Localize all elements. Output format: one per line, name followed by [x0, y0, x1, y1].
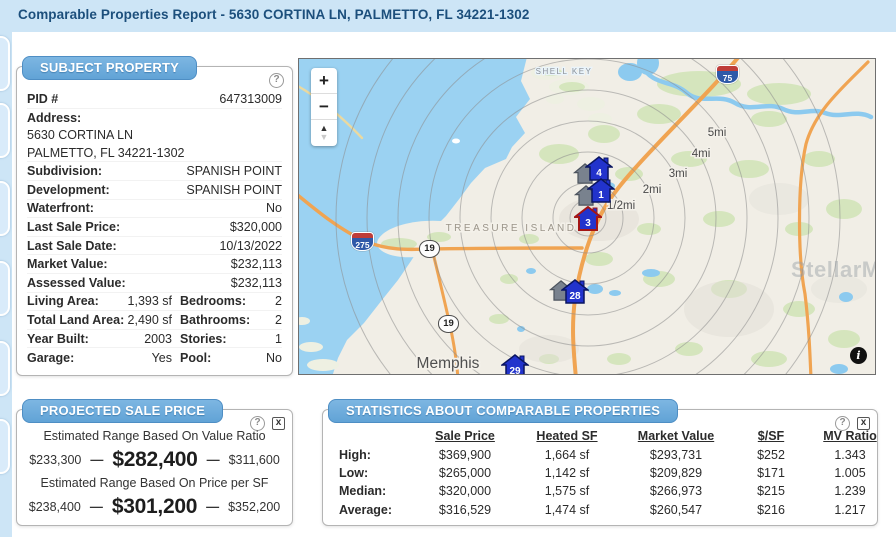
field-development: Development: SPANISH POINT [27, 181, 282, 200]
map-info-icon[interactable]: i [850, 347, 867, 364]
header-bar: Comparable Properties Report - 5630 CORT… [0, 0, 896, 32]
range-mid: $282,400 [112, 448, 197, 472]
statistics-row-low: Low: $265,000 1,142 sf $209,829 $171 1.0… [331, 464, 893, 482]
map-zoom-control: + − ▲ ▼ [311, 68, 337, 146]
interstate-75-shield: 75 [716, 65, 739, 84]
statistics-panel: STATISTICS ABOUT COMPARABLE PROPERTIES ?… [322, 409, 878, 526]
range-caption-value-ratio: Estimated Range Based On Value Ratio [23, 426, 286, 446]
page-title: Comparable Properties Report - 5630 CORT… [18, 7, 529, 22]
interstate-275-shield: 275 [351, 232, 374, 251]
field-address-label: Address: [27, 109, 282, 128]
range-values-price-per-sf: $238,400 — $301,200 — $352,200 [23, 493, 286, 520]
left-panel-strip [0, 32, 12, 537]
range-high: $311,600 [229, 453, 280, 467]
statistics-table: Sale Price Heated SF Market Value $/SF M… [331, 427, 893, 519]
statistics-panel-title: STATISTICS ABOUT COMPARABLE PROPERTIES [328, 399, 678, 423]
map-marker-comp-1[interactable]: 1 [587, 178, 615, 208]
projected-ranges: Estimated Range Based On Value Ratio $23… [23, 426, 286, 520]
zoom-in-button[interactable]: + [311, 68, 337, 94]
field-subdivision: Subdivision: SPANISH POINT [27, 162, 282, 181]
field-land-area-bathrooms: Total Land Area:2,490 sf Bathrooms:2 [27, 311, 282, 330]
comparable-properties-report-page: Comparable Properties Report - 5630 CORT… [0, 0, 896, 537]
radius-label-2mi: 2mi [643, 184, 662, 196]
dash: — [207, 452, 220, 467]
field-waterfront: Waterfront: No [27, 200, 282, 219]
address-line-1: 5630 CORTINA LN [27, 127, 282, 145]
radius-label-4mi: 4mi [692, 148, 711, 160]
dash: — [90, 499, 103, 514]
map-marker-comp-29[interactable]: 29 [501, 354, 529, 375]
field-year-built-stories: Year Built:2003 Stories:1 [27, 330, 282, 349]
svg-text:1: 1 [598, 190, 604, 201]
range-caption-price-per-sf: Estimated Range Based On Price per SF [23, 473, 286, 493]
dash: — [206, 499, 219, 514]
projected-sale-price-title: PROJECTED SALE PRICE [22, 399, 223, 423]
collapsed-side-tab[interactable] [0, 261, 10, 316]
map[interactable]: SHELL KEY TREASURE ISLAND Memphis 1/2mi … [298, 58, 876, 375]
collapsed-side-tab[interactable] [0, 36, 10, 91]
projected-sale-price-panel: PROJECTED SALE PRICE ? x Estimated Range… [16, 409, 293, 526]
statistics-row-average: Average: $316,529 1,474 sf $260,547 $216… [331, 501, 893, 519]
map-marker-subject-3[interactable]: 3 [574, 206, 602, 236]
us-19-shield: 19 [438, 315, 459, 333]
collapsed-side-tab[interactable] [0, 181, 10, 236]
radius-label-3mi: 3mi [669, 168, 688, 180]
range-low: $233,300 [29, 453, 81, 467]
collapsed-side-tab[interactable] [0, 103, 10, 158]
map-label-treasure-island: TREASURE ISLAND [446, 223, 577, 234]
radius-label-5mi: 5mi [708, 127, 727, 139]
subject-property-fields: PID # 647313009 Address: 5630 CORTINA LN… [27, 90, 282, 367]
pitch-toggle-button[interactable]: ▲ ▼ [311, 120, 337, 145]
subject-property-panel-title: SUBJECT PROPERTY [22, 56, 197, 80]
field-pid: PID # 647313009 [27, 90, 282, 109]
map-label-shell-key: SHELL KEY [536, 67, 593, 76]
range-values-value-ratio: $233,300 — $282,400 — $311,600 [23, 446, 286, 473]
help-icon[interactable]: ? [269, 73, 284, 88]
statistics-row-high: High: $369,900 1,664 sf $293,731 $252 1.… [331, 445, 893, 463]
svg-text:28: 28 [569, 291, 581, 302]
svg-text:29: 29 [509, 366, 521, 375]
range-low: $238,400 [29, 500, 81, 514]
subject-property-panel: SUBJECT PROPERTY ? PID # 647313009 Addre… [16, 66, 293, 376]
field-living-area-bedrooms: Living Area:1,393 sf Bedrooms:2 [27, 293, 282, 312]
svg-text:3: 3 [585, 218, 591, 229]
collapsed-side-tab[interactable] [0, 419, 10, 474]
stellar-mls-watermark: StellarMLS [791, 257, 876, 283]
chevron-down-icon: ▼ [311, 133, 337, 142]
address-line-2: PALMETTO, FL 34221-1302 [27, 145, 282, 163]
field-assessed-value: Assessed Value: $232,113 [27, 274, 282, 293]
field-garage-pool: Garage:Yes Pool:No [27, 348, 282, 367]
field-last-sale-date: Last Sale Date: 10/13/2022 [27, 237, 282, 256]
map-label-memphis: Memphis [417, 355, 480, 372]
dash: — [90, 452, 103, 467]
field-last-sale-price: Last Sale Price: $320,000 [27, 218, 282, 237]
statistics-row-median: Median: $320,000 1,575 sf $266,973 $215 … [331, 482, 893, 500]
field-market-value: Market Value: $232,113 [27, 255, 282, 274]
statistics-header-row: Sale Price Heated SF Market Value $/SF M… [331, 427, 893, 445]
map-marker-comp-28[interactable]: 28 [561, 279, 589, 309]
collapsed-side-tab[interactable] [0, 341, 10, 396]
range-mid: $301,200 [112, 495, 197, 519]
zoom-out-button[interactable]: − [311, 94, 337, 120]
us-19-shield: 19 [419, 240, 440, 258]
range-high: $352,200 [228, 500, 280, 514]
